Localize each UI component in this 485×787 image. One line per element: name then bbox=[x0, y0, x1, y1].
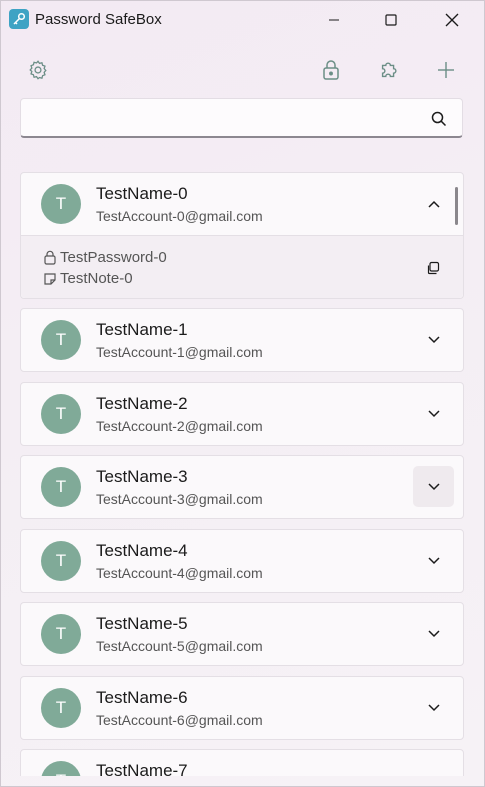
account-card-header[interactable]: T TestName-7 bbox=[21, 750, 463, 776]
copy-password-button[interactable] bbox=[421, 256, 445, 280]
account-email: TestAccount-1@gmail.com bbox=[96, 344, 263, 360]
account-card: T TestName-5 TestAccount-5@gmail.com bbox=[20, 602, 464, 666]
account-email: TestAccount-4@gmail.com bbox=[96, 565, 263, 581]
chevron-down-icon bbox=[427, 335, 440, 343]
account-email: TestAccount-5@gmail.com bbox=[96, 638, 263, 654]
account-card-header[interactable]: T TestName-0 TestAccount-0@gmail.com bbox=[21, 173, 463, 235]
note-icon bbox=[44, 272, 56, 285]
avatar: T bbox=[41, 184, 81, 224]
expand-button[interactable] bbox=[413, 393, 454, 434]
account-name: TestName-3 bbox=[96, 467, 188, 486]
account-email: TestAccount-3@gmail.com bbox=[96, 491, 263, 507]
maximize-icon bbox=[385, 14, 397, 26]
account-card: T TestName-6 TestAccount-6@gmail.com bbox=[20, 676, 464, 740]
account-email: TestAccount-2@gmail.com bbox=[96, 418, 263, 434]
app-title: Password SafeBox bbox=[35, 11, 162, 28]
note-value: TestNote-0 bbox=[60, 270, 133, 287]
avatar: T bbox=[41, 761, 81, 776]
chevron-down-icon bbox=[427, 629, 440, 637]
avatar: T bbox=[41, 320, 81, 360]
account-card-header[interactable]: T TestName-6 TestAccount-6@gmail.com bbox=[21, 677, 463, 739]
avatar: T bbox=[41, 614, 81, 654]
expand-button[interactable] bbox=[413, 613, 454, 654]
chevron-down-icon bbox=[427, 409, 440, 417]
account-email: TestAccount-6@gmail.com bbox=[96, 712, 263, 728]
close-icon bbox=[445, 13, 459, 27]
account-card-header[interactable]: T TestName-5 TestAccount-5@gmail.com bbox=[21, 603, 463, 665]
chevron-down-icon bbox=[427, 556, 440, 564]
account-list: T TestName-0 TestAccount-0@gmail.com Tes… bbox=[20, 172, 465, 776]
account-name: TestName-0 bbox=[96, 184, 188, 203]
close-button[interactable] bbox=[424, 0, 480, 40]
account-card: T TestName-2 TestAccount-2@gmail.com bbox=[20, 382, 464, 446]
search-input[interactable] bbox=[31, 107, 425, 131]
title-bar: Password SafeBox bbox=[0, 0, 485, 40]
avatar: T bbox=[41, 541, 81, 581]
account-name: TestName-5 bbox=[96, 614, 188, 633]
expand-button[interactable] bbox=[413, 319, 454, 360]
account-name: TestName-6 bbox=[96, 688, 188, 707]
copy-icon bbox=[427, 261, 440, 275]
plus-icon bbox=[438, 62, 454, 78]
account-card-header[interactable]: T TestName-2 TestAccount-2@gmail.com bbox=[21, 383, 463, 445]
expand-button[interactable] bbox=[413, 540, 454, 581]
account-name: TestName-2 bbox=[96, 394, 188, 413]
chevron-down-icon bbox=[427, 482, 440, 490]
chevron-up-icon bbox=[427, 200, 440, 208]
account-card-header[interactable]: T TestName-1 TestAccount-1@gmail.com bbox=[21, 309, 463, 371]
expand-button[interactable] bbox=[413, 687, 454, 728]
search-box bbox=[20, 98, 463, 138]
account-name: TestName-7 bbox=[96, 761, 188, 776]
expand-button[interactable] bbox=[413, 466, 454, 507]
minimize-button[interactable] bbox=[306, 0, 362, 40]
lock-icon bbox=[323, 60, 339, 80]
account-card: T TestName-1 TestAccount-1@gmail.com bbox=[20, 308, 464, 372]
extensions-button[interactable] bbox=[371, 52, 407, 88]
puzzle-icon bbox=[381, 62, 397, 78]
minimize-icon bbox=[329, 19, 339, 21]
scrollbar-thumb[interactable] bbox=[455, 187, 458, 225]
account-card-header[interactable]: T TestName-3 TestAccount-3@gmail.com bbox=[21, 456, 463, 518]
avatar: T bbox=[41, 688, 81, 728]
account-name: TestName-4 bbox=[96, 541, 188, 560]
account-email: TestAccount-0@gmail.com bbox=[96, 208, 263, 224]
account-card: T TestName-7 bbox=[20, 749, 464, 776]
search-icon[interactable] bbox=[430, 110, 448, 128]
note-row: TestNote-0 bbox=[43, 270, 133, 287]
lock-icon bbox=[44, 250, 56, 265]
account-card: T TestName-3 TestAccount-3@gmail.com bbox=[20, 455, 464, 519]
account-name: TestName-1 bbox=[96, 320, 188, 339]
avatar: T bbox=[41, 394, 81, 434]
settings-button[interactable] bbox=[20, 52, 56, 88]
account-card: T TestName-4 TestAccount-4@gmail.com bbox=[20, 529, 464, 593]
password-row: TestPassword-0 bbox=[43, 249, 167, 266]
account-details: TestPassword-0 TestNote-0 bbox=[21, 235, 463, 298]
account-card-header[interactable]: T TestName-4 TestAccount-4@gmail.com bbox=[21, 530, 463, 592]
password-value: TestPassword-0 bbox=[60, 249, 167, 266]
gear-icon bbox=[29, 60, 47, 80]
add-account-button[interactable] bbox=[428, 52, 464, 88]
lock-button[interactable] bbox=[313, 52, 349, 88]
account-card: T TestName-0 TestAccount-0@gmail.com Tes… bbox=[20, 172, 464, 299]
avatar: T bbox=[41, 467, 81, 507]
collapse-button[interactable] bbox=[413, 183, 454, 224]
key-icon bbox=[9, 9, 29, 29]
maximize-button[interactable] bbox=[363, 0, 419, 40]
chevron-down-icon bbox=[427, 703, 440, 711]
